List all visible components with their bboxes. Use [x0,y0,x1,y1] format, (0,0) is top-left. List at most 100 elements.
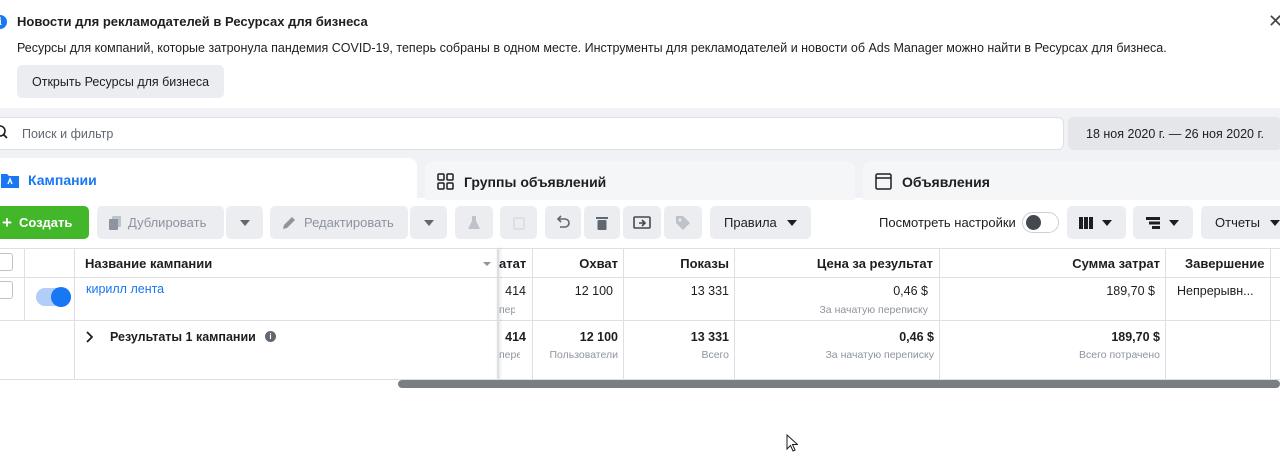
tab-campaigns[interactable]: Кампании [0,158,417,202]
summary-label: Результаты 1 кампании [110,330,256,344]
rules-label: Правила [724,215,777,230]
date-range-picker[interactable]: 18 ноя 2020 г. — 26 ноя 2020 г. [1068,117,1280,150]
edit-dropdown[interactable] [410,206,447,239]
grid-icon [437,173,454,190]
column-divider [734,248,735,380]
tab-label: Объявления [902,174,990,190]
header-cost-per-result[interactable]: Цена за результат [740,256,933,271]
duplicate-label: Дублировать [128,215,207,230]
undo-button[interactable] [545,206,581,239]
chevron-down-icon [239,219,250,226]
column-divider [939,248,940,380]
view-settings-label: Посмотреть настройки [879,215,1016,230]
sticky-column-edge [497,248,499,380]
trash-icon [596,216,608,230]
summary-impressions: 13 331 [690,330,729,344]
row-checkbox[interactable] [0,281,13,299]
table-border [0,320,1280,321]
column-divider [74,248,75,380]
search-input[interactable] [22,118,1052,149]
tab-ad-sets[interactable]: Группы объявлений [425,161,855,203]
chevron-down-icon [1269,219,1280,226]
close-icon[interactable]: ✕ [1268,12,1280,30]
toggle-knob [51,287,71,307]
horizontal-scrollbar[interactable] [398,380,1280,388]
duplicate-button[interactable]: Дублировать [97,206,224,239]
banner-title: Новости для рекламодателей в Ресурсах дл… [17,14,368,29]
chevron-down-icon [786,219,797,226]
create-label: Создать [18,215,73,230]
summary-impressions-sub: Всего [701,349,729,361]
tag-button[interactable] [664,206,702,239]
banner-text: Ресурсы для компаний, которые затронула … [17,41,1167,55]
duplicate-dropdown[interactable] [226,206,263,239]
column-divider [1270,248,1271,380]
export-icon [633,215,651,229]
chevron-down-icon [423,219,434,226]
header-campaign-name[interactable]: Название кампании [85,256,212,271]
toggle-knob [1026,215,1041,230]
view-settings-toggle[interactable] [1022,212,1059,233]
cell-cost-per-result: 0,46 $ [893,284,928,298]
summary-amount-spent: 189,70 $ [1111,330,1160,344]
tab-ads[interactable]: Объявления [863,161,1280,203]
info-icon[interactable]: i [265,331,276,342]
cell-cost-per-result-sub: За начатую переписку [819,304,928,316]
open-business-resources-button[interactable]: Открыть Ресурсы для бизнеса [17,65,225,98]
cell-impressions: 13 331 [690,284,729,298]
ab-test-button[interactable] [455,206,493,239]
flask-icon [468,215,480,229]
pencil-icon [283,216,295,229]
edit-label: Редактировать [304,215,394,230]
chevron-right-icon[interactable] [85,331,93,343]
column-divider [532,248,533,380]
summary-reach-sub: Пользователи [549,349,618,361]
summary-cost-per-result: 0,46 $ [899,330,934,344]
select-all-checkbox[interactable] [0,253,13,271]
table-border [0,248,1280,249]
rules-button[interactable]: Правила [710,206,811,239]
reports-label: Отчеты [1215,215,1260,230]
chevron-down-icon [1102,219,1112,226]
copy-icon [109,215,121,230]
sort-icon[interactable] [483,262,491,266]
cell-results: 414 [505,284,526,298]
summary-results-sub: пере [499,349,520,361]
tag-icon [676,215,690,230]
chevron-down-icon [1169,219,1179,226]
window-icon [875,173,892,190]
header-amount-spent[interactable]: Сумма затрат [945,256,1160,271]
cell-results-sub: пер [499,304,515,316]
tab-label: Кампании [28,172,97,188]
reports-button[interactable]: Отчеты [1201,206,1280,239]
breakdown-icon [1146,216,1160,229]
cell-amount-spent: 189,70 $ [1106,284,1155,298]
summary-results: 414 [505,330,526,344]
column-divider [623,248,624,380]
delete-button[interactable] [584,206,620,239]
campaign-name-link[interactable]: кирилл лента [86,282,164,296]
columns-button[interactable] [1067,206,1126,239]
columns-icon [1079,216,1093,229]
edit-button[interactable]: Редактировать [270,206,408,239]
header-reach[interactable]: Охват [540,256,618,271]
info-icon: i [0,15,7,29]
export-button[interactable] [623,206,661,239]
archive-button[interactable] [500,206,537,239]
header-impressions[interactable]: Показы [630,256,729,271]
summary-cost-per-result-sub: За начатую переписку [825,349,934,361]
mouse-cursor-icon [786,434,798,452]
summary-amount-spent-sub: Всего потрачено [1079,349,1160,361]
create-button[interactable]: + Создать [0,206,89,239]
column-divider [1165,248,1166,380]
header-results[interactable]: ататы [499,256,526,271]
breakdown-button[interactable] [1133,206,1193,239]
tab-label: Группы объявлений [464,174,607,190]
cell-reach: 12 100 [574,284,613,298]
summary-reach: 12 100 [579,330,618,344]
campaign-status-toggle[interactable] [36,287,71,307]
column-divider [24,248,25,321]
header-end[interactable]: Завершение [1185,256,1265,271]
archive-icon [512,216,525,230]
table-border [0,277,1280,278]
